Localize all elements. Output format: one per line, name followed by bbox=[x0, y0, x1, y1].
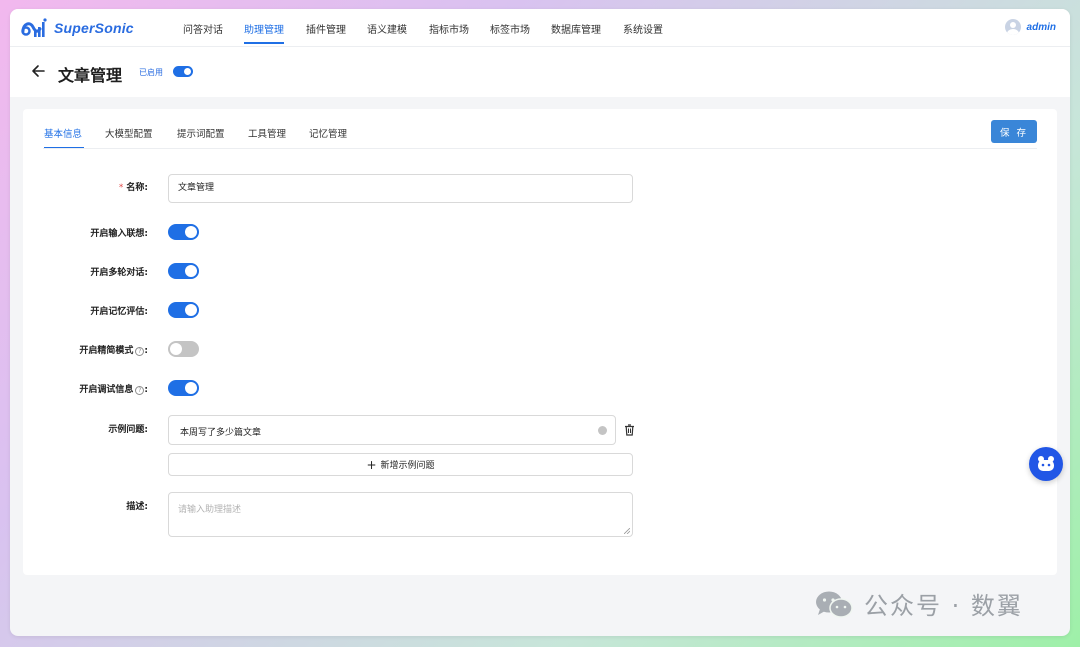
nav-item-tag-market[interactable]: 标签市场 bbox=[490, 21, 530, 36]
nav-item-chat[interactable]: 问答对话 bbox=[183, 21, 223, 36]
tab-tool-management[interactable]: 工具管理 bbox=[248, 126, 286, 140]
bot-icon bbox=[1038, 456, 1054, 471]
resize-handle-icon[interactable] bbox=[624, 528, 630, 534]
nav-item-semantic-model[interactable]: 语义建模 bbox=[367, 21, 407, 36]
watermark-text: 公众号 · 数翼 bbox=[864, 592, 1023, 620]
nav-item-plugin[interactable]: 插件管理 bbox=[306, 21, 346, 36]
clear-icon[interactable] bbox=[598, 426, 607, 435]
tab-memory-management[interactable]: 记忆管理 bbox=[309, 126, 347, 140]
brand-name: SuperSonic bbox=[54, 20, 134, 36]
brand[interactable]: SuperSonic bbox=[20, 16, 134, 40]
required-mark: * bbox=[118, 183, 124, 193]
page-header: 文章管理 已启用 bbox=[10, 47, 1070, 97]
top-navbar: SuperSonic 问答对话 助理管理 插件管理 语义建模 指标市场 标签市场… bbox=[10, 9, 1070, 47]
supersonic-logo-icon bbox=[21, 18, 47, 37]
name-label: * 名称: bbox=[118, 183, 148, 193]
page-title: 文章管理 bbox=[58, 66, 123, 85]
chat-assistant-float-button[interactable] bbox=[1029, 447, 1063, 481]
tab-prompt-config[interactable]: 提示词配置 bbox=[177, 126, 225, 140]
memory-eval-toggle[interactable] bbox=[168, 302, 199, 318]
name-input[interactable]: 文章管理 bbox=[168, 174, 633, 203]
app-window: SuperSonic 问答对话 助理管理 插件管理 语义建模 指标市场 标签市场… bbox=[10, 9, 1070, 636]
tab-bar: 基本信息 大模型配置 提示词配置 工具管理 记忆管理 保 存 bbox=[23, 109, 1057, 149]
trash-icon[interactable] bbox=[624, 424, 635, 436]
wechat-icon bbox=[816, 591, 853, 618]
nav-item-database[interactable]: 数据库管理 bbox=[551, 21, 601, 36]
nav-item-assistant[interactable]: 助理管理 bbox=[244, 21, 284, 36]
nav-item-metric-market[interactable]: 指标市场 bbox=[429, 21, 469, 36]
watermark: 公众号 · 数翼 bbox=[814, 586, 1023, 621]
nav-item-settings[interactable]: 系统设置 bbox=[623, 21, 663, 36]
tab-llm-config[interactable]: 大模型配置 bbox=[105, 126, 153, 140]
assistant-enable-toggle[interactable] bbox=[173, 66, 193, 77]
user-avatar-icon bbox=[1004, 19, 1021, 35]
input-suggest-label: 开启输入联想: bbox=[90, 229, 148, 239]
nav-active-indicator bbox=[244, 42, 284, 44]
multi-turn-label: 开启多轮对话: bbox=[90, 268, 148, 278]
add-example-button[interactable]: + 新增示例问题 bbox=[168, 453, 633, 476]
examples-label: 示例问题: bbox=[108, 425, 148, 435]
add-example-label: 新增示例问题 bbox=[380, 461, 435, 471]
arrow-left-icon[interactable] bbox=[30, 63, 46, 79]
multi-turn-toggle[interactable] bbox=[168, 263, 199, 279]
memory-eval-label: 开启记忆评估: bbox=[90, 307, 148, 317]
status-label: 已启用 bbox=[139, 68, 163, 77]
simple-mode-label: 开启精简模式?: bbox=[79, 346, 148, 356]
tab-basic-info[interactable]: 基本信息 bbox=[44, 126, 82, 140]
input-suggest-toggle[interactable] bbox=[168, 224, 199, 240]
plus-icon: + bbox=[366, 457, 377, 472]
description-textarea[interactable]: 请输入助理描述 bbox=[168, 492, 633, 537]
debug-info-toggle[interactable] bbox=[168, 380, 199, 396]
save-button[interactable]: 保 存 bbox=[991, 120, 1037, 143]
simple-mode-toggle[interactable] bbox=[168, 341, 199, 357]
example-question-text: 本周写了多少篇文章 bbox=[180, 428, 262, 438]
description-placeholder: 请输入助理描述 bbox=[178, 505, 242, 515]
example-question-input[interactable]: 本周写了多少篇文章 bbox=[168, 415, 616, 445]
tab-divider bbox=[43, 148, 1037, 149]
description-label: 描述: bbox=[126, 502, 148, 512]
user-menu[interactable]: admin bbox=[1004, 19, 1056, 35]
debug-info-label: 开启调试信息?: bbox=[79, 385, 148, 395]
assistant-form-card: 基本信息 大模型配置 提示词配置 工具管理 记忆管理 保 存 * 名称: 文章管理… bbox=[23, 109, 1057, 575]
username: admin bbox=[1026, 21, 1056, 33]
